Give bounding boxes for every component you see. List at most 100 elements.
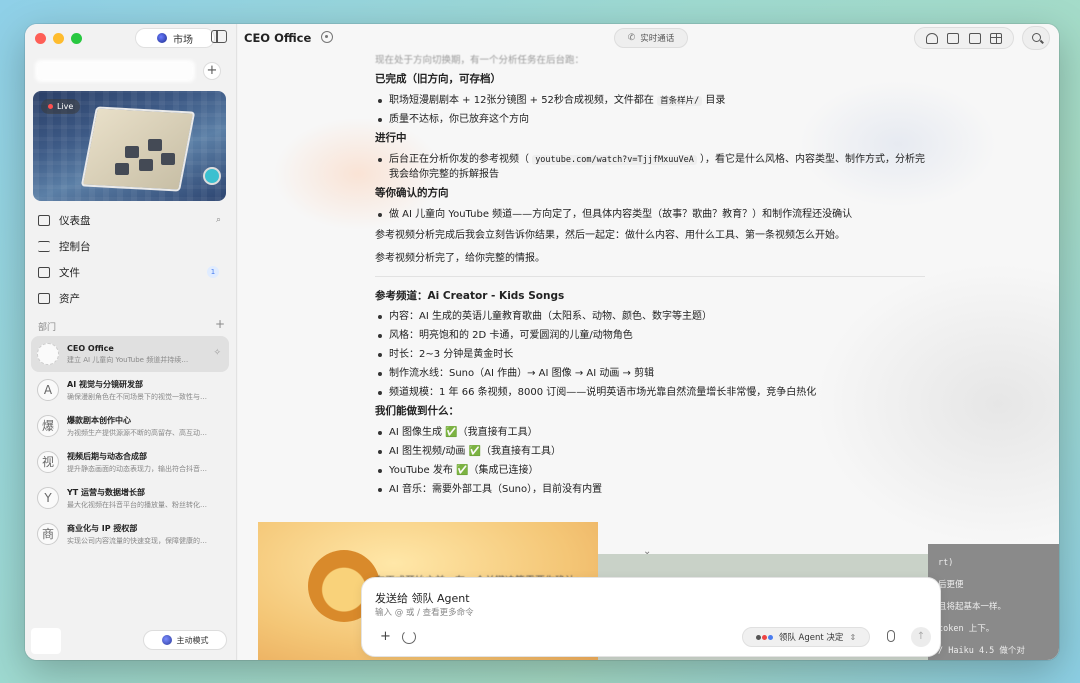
app-window: 市场 + Live 仪表盘 ⌕ 控制台 文件 1 资产 部门 + CEO Off… <box>25 24 1059 660</box>
sidebar-item-label: 文件 <box>59 266 80 279</box>
microphone-icon[interactable] <box>887 630 895 642</box>
sidebar-nav: 仪表盘 ⌕ 控制台 文件 1 资产 <box>33 207 229 311</box>
desk <box>148 139 162 151</box>
minimize-window-button[interactable] <box>53 33 64 44</box>
rooftop-pool <box>203 167 221 185</box>
department-text: 爆款剧本创作中心 为视频生产提供源源不断的高留存、高互动… <box>67 415 217 438</box>
department-subtitle: 为视频生产提供源源不断的高留存、高互动… <box>67 428 207 437</box>
department-item-script[interactable]: 爆 爆款剧本创作中心 为视频生产提供源源不断的高留存、高互动… <box>31 408 229 444</box>
paragraph: 参考视频分析完成后我会立刻告诉你结果，然后一起定：做什么内容、用什么工具、第一条… <box>375 229 845 241</box>
thinking-icon[interactable] <box>402 630 416 644</box>
list-item: 时长：2~3 分钟是黄金时长 <box>375 347 925 362</box>
list-item: 内容：AI 生成的英语儿童教育歌曲（太阳系、动物、颜色、数字等主题） <box>375 309 925 324</box>
grid-icon[interactable] <box>990 32 1003 44</box>
department-title: YT 运营与数据增长部 <box>67 487 146 497</box>
avatar: Y <box>37 487 59 509</box>
sidebar-item-assets[interactable]: 资产 <box>33 285 229 311</box>
department-subtitle: 实现公司内容流量的快速变现，保障健康的… <box>67 536 207 545</box>
department-text: 视频后期与动态合成部 提升静态画面的动态表现力，输出符合抖音… <box>67 451 217 474</box>
list-item: 质量不达标，你已放弃这个方向 <box>375 112 925 127</box>
sidebar-item-label: 控制台 <box>59 240 91 253</box>
section-heading: 参考频道：Ai Creator - Kids Songs <box>375 289 565 302</box>
list-text: 质量不达标，你已放弃这个方向 <box>389 114 529 125</box>
window-controls <box>35 33 82 44</box>
message-composer[interactable]: 发送给 领队 Agent 输入 @ 或 / 查看更多命令 + 领队 Agent … <box>361 577 941 657</box>
live-label: Live <box>57 102 74 111</box>
avatar: 商 <box>37 523 59 545</box>
department-text: 商业化与 IP 授权部 实现公司内容流量的快速变现，保障健康的… <box>67 523 217 546</box>
agent-selector[interactable]: 领队 Agent 决定 ⇕ <box>742 627 870 647</box>
department-subtitle: 建立 AI 儿童向 YouTube 频道并持续… <box>67 355 189 364</box>
list-text: 做 AI 儿童向 YouTube 频道——方向定了，但具体内容类型（故事？歌曲？… <box>389 208 853 220</box>
files-count-badge: 1 <box>207 266 219 278</box>
live-office-preview[interactable]: Live <box>33 91 226 201</box>
department-item-yt-ops[interactable]: Y YT 运营与数据增长部 最大化视频在抖音平台的播放量、粉丝转化… <box>31 480 229 516</box>
sidebar-toggle-icon[interactable] <box>211 30 227 43</box>
terminal-ghost-text: rt) 后更便 且将起基本一样。 token 上下。 / Haiku 4.5 做… <box>938 552 1058 660</box>
sidebar-item-dashboard[interactable]: 仪表盘 ⌕ <box>33 207 229 233</box>
section-heading: 等你确认的方向 <box>375 186 449 199</box>
sparkle-icon: ✧ <box>213 348 221 358</box>
avatar <box>37 343 59 365</box>
sidebar-item-console[interactable]: 控制台 <box>33 233 229 259</box>
toolbar-group <box>914 27 1014 49</box>
department-item-video-post[interactable]: 视 视频后期与动态合成部 提升静态画面的动态表现力，输出符合抖音… <box>31 444 229 480</box>
new-item-button[interactable]: + <box>203 62 221 80</box>
phone-icon: ✆ <box>627 33 636 43</box>
list-item: YouTube 发布 ✅（集成已连接） <box>375 463 925 478</box>
live-call-button[interactable]: ✆ 实时通话 <box>614 28 688 48</box>
list-item: AI 图像生成 ✅（我直接有工具） <box>375 425 925 440</box>
sidebar-item-label: 资产 <box>59 292 80 305</box>
sidebar-item-label: 仪表盘 <box>59 214 91 227</box>
department-text: AI 视觉与分镜研发部 确保漫剧角色在不同场景下的视觉一致性与… <box>67 379 217 402</box>
department-text: YT 运营与数据增长部 最大化视频在抖音平台的播放量、粉丝转化… <box>67 487 217 510</box>
composer-hint: 输入 @ 或 / 查看更多命令 <box>375 608 474 618</box>
list-item: 制作流水线：Suno（AI 作曲）→ AI 图像 → AI 动画 → 剪辑 <box>375 366 925 381</box>
terminal-line: 且将起基本一样。 <box>938 602 1007 612</box>
chat-message: 现在处于方向切换期，有一个分析任务在后台跑： 已完成（旧方向，可存档） 职场短漫… <box>375 54 925 501</box>
department-text: CEO Office 建立 AI 儿童向 YouTube 频道并持续… <box>67 344 217 365</box>
people-icon[interactable] <box>925 32 938 44</box>
search-button[interactable] <box>1022 26 1050 50</box>
department-title: 商业化与 IP 授权部 <box>67 523 138 533</box>
sidebar-item-files[interactable]: 文件 1 <box>33 259 229 285</box>
terminal-line: token 上下。 <box>938 624 995 634</box>
briefcase-icon <box>38 292 50 304</box>
terminal-line: / Haiku 4.5 做个对 <box>938 646 1025 656</box>
department-list: CEO Office 建立 AI 儿童向 YouTube 频道并持续… ✧ A … <box>31 336 229 552</box>
add-department-button[interactable]: + <box>215 317 225 331</box>
list-item: AI 音乐：需要外部工具（Suno），目前没有内置 <box>375 482 925 497</box>
market-button[interactable]: 市场 <box>135 28 215 48</box>
list-text: 目录 <box>702 95 726 106</box>
department-item-ai-vision[interactable]: A AI 视觉与分镜研发部 确保漫剧角色在不同场景下的视觉一致性与… <box>31 372 229 408</box>
search-input[interactable] <box>35 60 195 82</box>
call-label: 实时通话 <box>640 34 675 44</box>
search-icon[interactable]: ⌕ <box>216 215 221 225</box>
chevron-updown-icon: ⇕ <box>849 632 857 642</box>
calendar-icon[interactable] <box>947 32 960 44</box>
live-dot-icon <box>48 104 53 109</box>
zoom-window-button[interactable] <box>71 33 82 44</box>
send-button[interactable]: ↑ <box>911 627 931 647</box>
list-item: 职场短漫剧剧本 + 12张分镜图 + 52秒合成视频，文件都在 首条样片/ 目录 <box>375 93 925 108</box>
folder-icon <box>38 266 50 278</box>
section-heading: 我们能做到什么： <box>375 405 459 418</box>
attach-button[interactable]: + <box>380 629 391 644</box>
list-item: 风格：明亮饱和的 2D 卡通，可爱圆润的儿童/动物角色 <box>375 328 925 343</box>
inline-code: 首条样片/ <box>657 96 703 106</box>
department-subtitle: 最大化视频在抖音平台的播放量、粉丝转化… <box>67 500 207 509</box>
department-item-ceo-office[interactable]: CEO Office 建立 AI 儿童向 YouTube 频道并持续… ✧ <box>31 336 229 372</box>
user-avatar[interactable] <box>31 628 61 654</box>
department-item-commerce[interactable]: 商 商业化与 IP 授权部 实现公司内容流量的快速变现，保障健康的… <box>31 516 229 552</box>
gear-icon[interactable] <box>321 31 333 43</box>
composer-input[interactable]: 发送给 领队 Agent <box>375 590 470 606</box>
active-mode-button[interactable]: 主动模式 <box>143 630 227 650</box>
market-label: 市场 <box>173 34 193 46</box>
department-subtitle: 确保漫剧角色在不同场景下的视觉一致性与… <box>67 392 207 401</box>
avatar: 视 <box>37 451 59 473</box>
folder-icon[interactable] <box>968 32 981 44</box>
mode-icon <box>161 635 172 645</box>
close-window-button[interactable] <box>35 33 46 44</box>
inline-code[interactable]: youtube.com/watch?v=TjjfMxuuVeA <box>532 154 697 165</box>
console-icon <box>38 240 50 252</box>
